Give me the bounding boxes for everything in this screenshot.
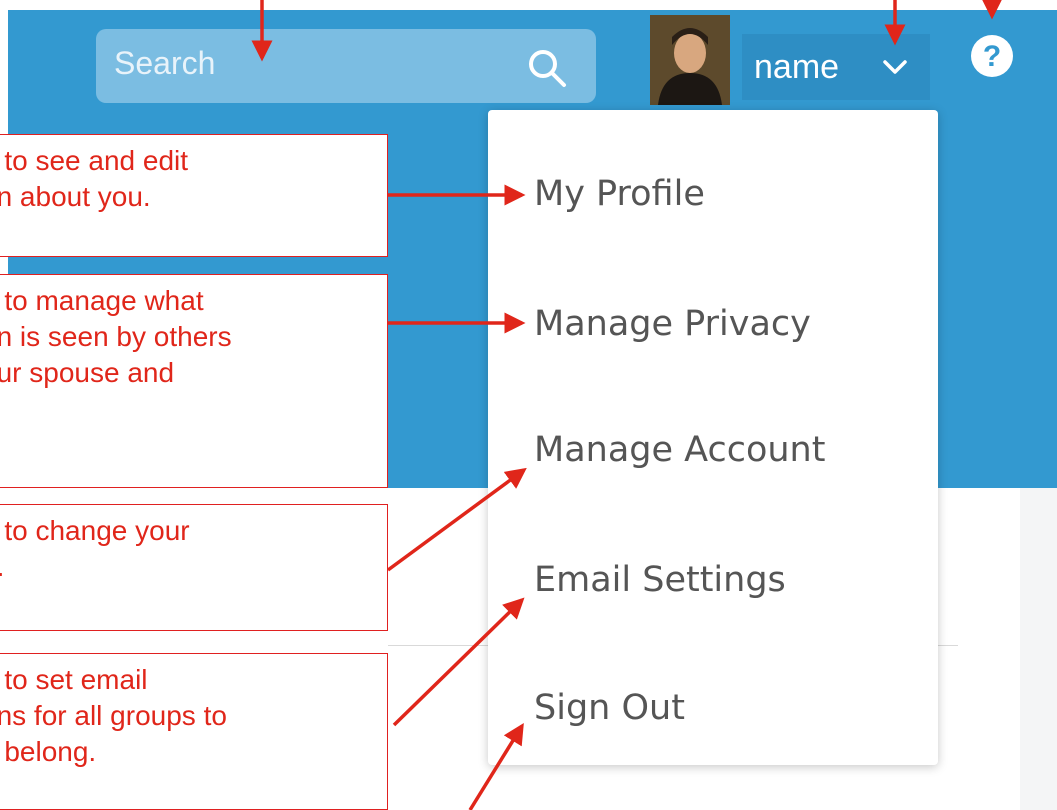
annotation-arrows: [251, 0, 1003, 810]
arrow-to-sign-out: [468, 723, 524, 810]
arrow-to-manage-account: [386, 467, 527, 572]
arrow-to-email-settings: [392, 597, 525, 727]
